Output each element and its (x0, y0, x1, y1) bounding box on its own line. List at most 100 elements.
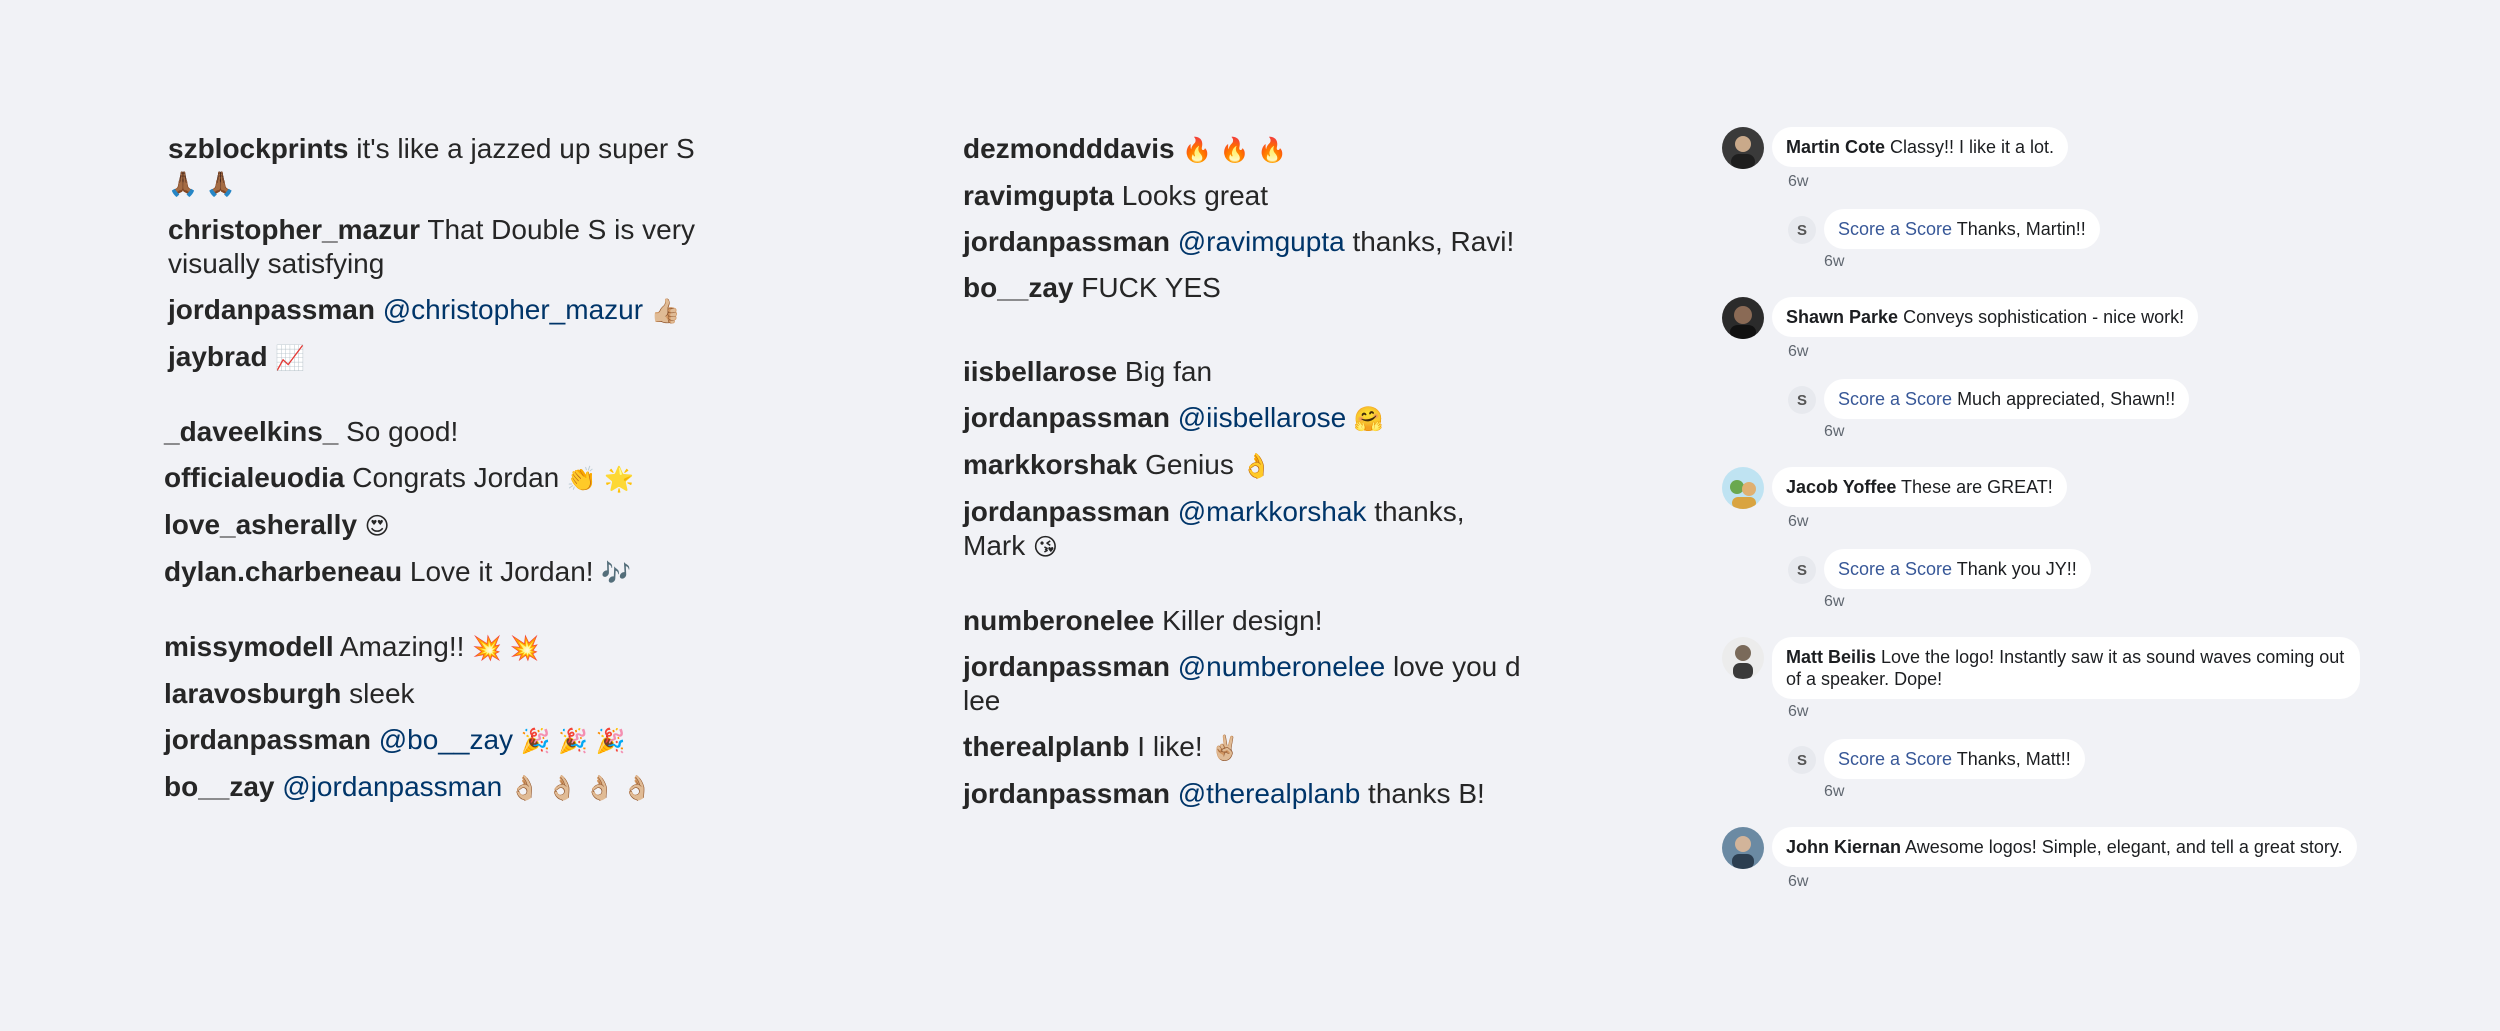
reply-bubble: Score a Score Thanks, Martin!! (1824, 209, 2100, 249)
username[interactable]: jaybrad (168, 341, 268, 372)
mention[interactable]: @iisbellarose (1170, 402, 1347, 433)
comment-text: These are GREAT! (1896, 477, 2053, 497)
comment-text: So good! (338, 416, 459, 447)
comment-text: Conveys sophistication - nice work! (1898, 307, 2185, 327)
page-avatar[interactable]: S (1788, 746, 1816, 774)
avatar[interactable] (1722, 127, 1764, 169)
username[interactable]: dezmondddavis (963, 133, 1175, 164)
commenter-name[interactable]: Martin Cote (1786, 137, 1885, 157)
ig-comment: jordanpassman @markkorshak thanks, Mark … (963, 495, 1533, 564)
reply-timestamp[interactable]: 6w (1824, 253, 2442, 271)
username[interactable]: officialeuodia (164, 462, 344, 493)
emoji: 🎉 🎉 🎉 (513, 727, 626, 755)
username[interactable]: jordanpassman (963, 651, 1170, 682)
mention[interactable]: @jordanpassman (275, 771, 502, 802)
emoji: 💥 💥 (464, 634, 540, 662)
mention[interactable]: @ravimgupta (1170, 226, 1345, 257)
emoji: 🎶 (593, 559, 632, 587)
instagram-comments-col-2: dezmondddavis 🔥 🔥 🔥 ravimgupta Looks gre… (963, 132, 1533, 823)
emoji: 😍 (357, 512, 390, 540)
reply-bubble: Score a Score Thanks, Matt!! (1824, 739, 2085, 779)
username[interactable]: _daveelkins_ (164, 416, 338, 447)
username[interactable]: dylan.charbeneau (164, 556, 402, 587)
username[interactable]: missymodell (164, 631, 334, 662)
reply: S Score a Score Thanks, Martin!! 6w (1788, 209, 2442, 271)
username[interactable]: numberonelee (963, 605, 1154, 636)
comment-text: Looks great (1113, 180, 1269, 211)
username[interactable]: jordanpassman (963, 778, 1170, 809)
page-avatar[interactable]: S (1788, 386, 1816, 414)
username[interactable]: jordanpassman (168, 294, 375, 325)
mention[interactable]: @therealplanb (1170, 778, 1361, 809)
avatar[interactable] (1722, 297, 1764, 339)
ig-comment: markkorshak Genius 👌 (963, 448, 1533, 483)
avatar[interactable] (1722, 637, 1764, 679)
page-name[interactable]: Score a Score (1838, 389, 1952, 409)
comment-text: thanks B! (1360, 778, 1485, 809)
comment-timestamp[interactable]: 6w (1788, 173, 2442, 191)
comment-timestamp[interactable]: 6w (1788, 703, 2442, 721)
ig-comment: jordanpassman @bo__zay 🎉 🎉 🎉 (164, 723, 728, 758)
username[interactable]: therealplanb (963, 731, 1129, 762)
username[interactable]: ravimgupta (963, 180, 1114, 211)
username[interactable]: jordanpassman (963, 226, 1170, 257)
ig-comment: iisbellarose Big fan (963, 355, 1533, 389)
comment-text: Amazing!! (333, 631, 465, 662)
emoji: 👌 (1233, 452, 1272, 480)
username[interactable]: jordanpassman (164, 724, 371, 755)
avatar[interactable] (1722, 827, 1764, 869)
username[interactable]: iisbellarose (963, 356, 1117, 387)
comment-bubble: Matt Beilis Love the logo! Instantly saw… (1772, 637, 2360, 699)
ig-comment: jordanpassman @iisbellarose 🤗 (963, 401, 1533, 436)
mention[interactable]: @bo__zay (371, 724, 513, 755)
comment-text: Love it Jordan! (402, 556, 594, 587)
commenter-name[interactable]: Matt Beilis (1786, 647, 1876, 667)
reply-timestamp[interactable]: 6w (1824, 783, 2442, 801)
username[interactable]: jordanpassman (963, 402, 1170, 433)
comment-thread: Martin Cote Classy!! I like it a lot. 6w… (1722, 127, 2442, 271)
ig-comment: jordanpassman @numberonelee love you d l… (963, 650, 1533, 718)
ig-comment: dylan.charbeneau Love it Jordan! 🎶 (164, 555, 728, 590)
username[interactable]: szblockprints (168, 133, 348, 164)
commenter-name[interactable]: John Kiernan (1786, 837, 1901, 857)
comment-timestamp[interactable]: 6w (1788, 513, 2442, 531)
ig-comment: christopher_mazur That Double S is very … (168, 213, 728, 281)
reply-timestamp[interactable]: 6w (1824, 423, 2442, 441)
page-name[interactable]: Score a Score (1838, 559, 1952, 579)
username[interactable]: markkorshak (963, 449, 1137, 480)
page-name[interactable]: Score a Score (1838, 749, 1952, 769)
reply-text: Thanks, Matt!! (1952, 749, 2071, 769)
comment-text: Congrats Jordan (344, 462, 560, 493)
page-avatar[interactable]: S (1788, 216, 1816, 244)
mention[interactable]: @christopher_mazur (375, 294, 643, 325)
page-avatar[interactable]: S (1788, 556, 1816, 584)
reply: S Score a Score Much appreciated, Shawn!… (1788, 379, 2442, 441)
username[interactable]: bo__zay (164, 771, 275, 802)
mention[interactable]: @markkorshak (1170, 496, 1367, 527)
reply-timestamp[interactable]: 6w (1824, 593, 2442, 611)
page-name[interactable]: Score a Score (1838, 219, 1952, 239)
comment-timestamp[interactable]: 6w (1788, 343, 2442, 361)
reply-text: Thanks, Martin!! (1952, 219, 2086, 239)
ig-comment: jaybrad 📈 (168, 340, 728, 375)
person-avatar-icon (1733, 645, 1753, 679)
ig-comment: dezmondddavis 🔥 🔥 🔥 (963, 132, 1533, 167)
ig-comment: officialeuodia Congrats Jordan 👏 🌟 (164, 461, 728, 496)
username[interactable]: bo__zay (963, 272, 1074, 303)
ig-comment: bo__zay FUCK YES (963, 271, 1533, 305)
username[interactable]: laravosburgh (164, 678, 341, 709)
avatar[interactable] (1722, 467, 1764, 509)
username[interactable]: christopher_mazur (168, 214, 420, 245)
comment-timestamp[interactable]: 6w (1788, 873, 2442, 891)
person-avatar-icon (1731, 136, 1755, 169)
mention[interactable]: @numberonelee (1170, 651, 1385, 682)
ig-comment: missymodell Amazing!! 💥 💥 (164, 630, 728, 665)
ig-comment: _daveelkins_ So good! (164, 415, 728, 449)
username[interactable]: love_asherally (164, 509, 357, 540)
person-avatar-icon (1730, 480, 1756, 509)
commenter-name[interactable]: Jacob Yoffee (1786, 477, 1896, 497)
username[interactable]: jordanpassman (963, 496, 1170, 527)
reply: S Score a Score Thanks, Matt!! 6w (1788, 739, 2442, 801)
emoji: 🙏🏾 🙏🏾 (168, 170, 236, 198)
commenter-name[interactable]: Shawn Parke (1786, 307, 1898, 327)
